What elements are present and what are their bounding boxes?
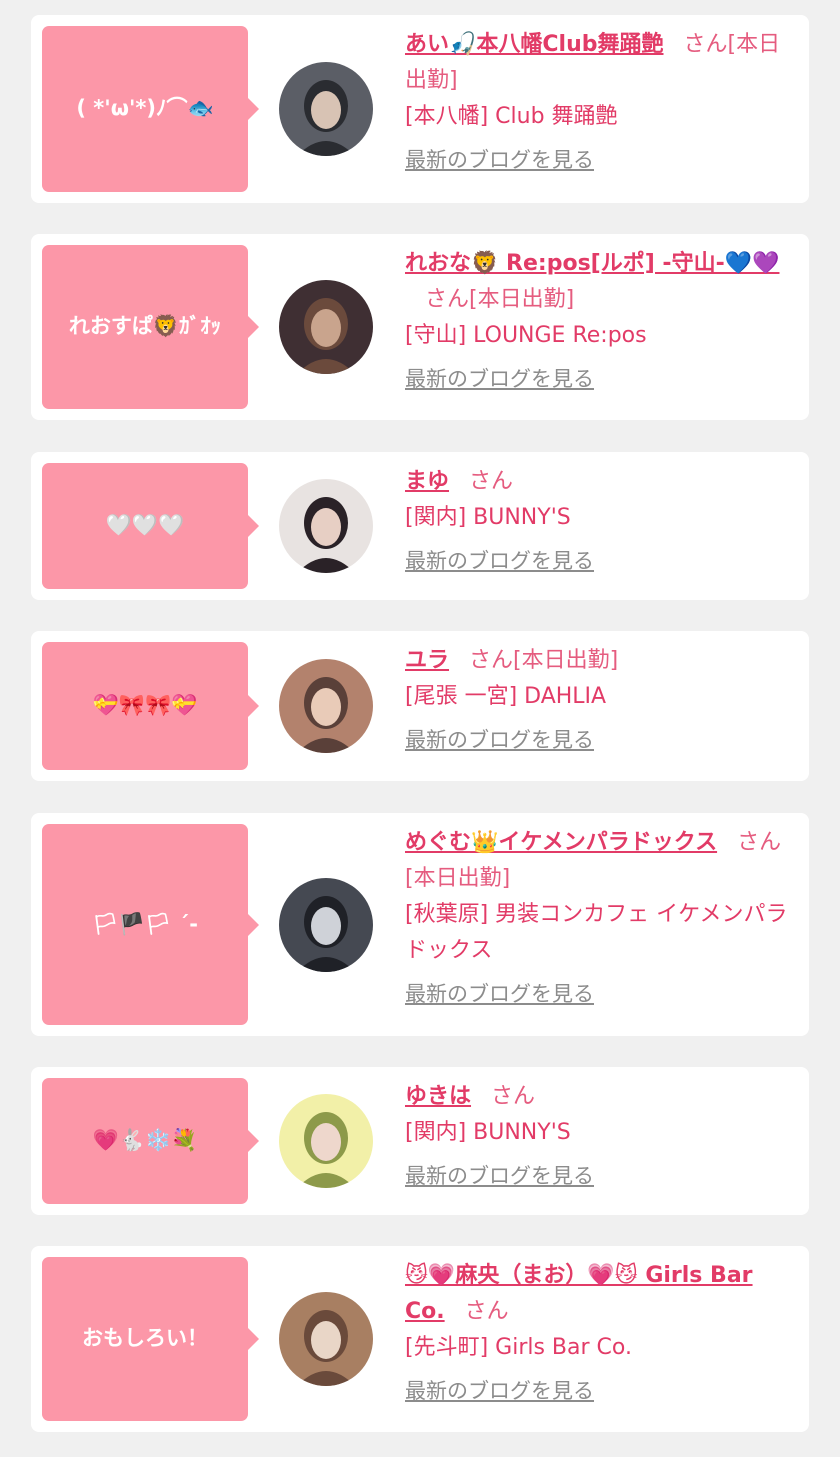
name-line: ユラ さん[本日出勤] [405,643,799,679]
cast-info: れおな🦁 Re:pos[ルポ] -守山-💙💜 さん[本日出勤] [守山] LOUN… [405,246,799,394]
shop-name: [本八幡] Club 舞踊艶 [405,104,618,129]
comment-bubble: 🤍🤍🤍 [42,463,259,589]
name-line: まゆ さん [405,464,799,500]
name-line: ゆきは さん [405,1079,799,1115]
cast-photo-icon [279,1094,373,1188]
cast-info: 😼💗麻央（まお）💗😼 Girls Bar Co. さん [先斗町] Girls B… [405,1258,799,1406]
comment-text: おもしろい！ [82,1326,208,1351]
latest-blog-link[interactable]: 最新のブログを見る [405,145,799,175]
name-line: 😼💗麻央（まお）💗😼 Girls Bar Co. さん [405,1258,799,1330]
comment-bubble: 🏳🏴🏳 ´- [42,824,259,1025]
comment-text: 💝🎀🎀💝 [92,693,198,718]
cast-info: まゆ さん [関内] BUNNY'S 最新のブログを見る [405,464,799,576]
latest-blog-link[interactable]: 最新のブログを見る [405,1161,799,1191]
name-line: あい🎣本八幡Club舞踊艶 さん[本日出勤] [405,27,799,99]
comment-text: ( *'ω'*)ﾉ⌒🐟 [76,96,214,121]
cast-card[interactable]: 💗🐇❄️💐 ゆきは さん [関内] BUNNY'S 最新のブログを見る [31,1067,809,1215]
cast-photo-icon [279,479,373,573]
cast-avatar[interactable] [279,62,373,156]
cast-info: ゆきは さん [関内] BUNNY'S 最新のブログを見る [405,1079,799,1191]
name-line: れおな🦁 Re:pos[ルポ] -守山-💙💜 さん[本日出勤] [405,246,799,318]
cast-photo-icon [279,1292,373,1386]
latest-blog-link[interactable]: 最新のブログを見る [405,1376,799,1406]
cast-card[interactable]: 🤍🤍🤍 まゆ さん [関内] BUNNY'S 最新のブログを見る [31,452,809,600]
shop-name: [関内] BUNNY'S [405,505,571,530]
shop-name: [先斗町] Girls Bar Co. [405,1335,632,1360]
cast-info: めぐむ👑イケメンパラドックス さん[本日出勤] [秋葉原] 男装コンカフェ イケメ… [405,825,799,1009]
comment-text: れおすぱ🦁ｶﾞｵｯ [68,314,222,339]
honorific-status: さん [491,1084,536,1109]
cast-avatar[interactable] [279,1094,373,1188]
comment-text: 🤍🤍🤍 [105,513,185,538]
honorific-status: さん[本日出勤] [469,648,619,673]
comment-text: 💗🐇❄️💐 [92,1128,198,1153]
cast-info: あい🎣本八幡Club舞踊艶 さん[本日出勤] [本八幡] Club 舞踊艶 最新の… [405,27,799,175]
latest-blog-link[interactable]: 最新のブログを見る [405,979,799,1009]
cast-avatar[interactable] [279,659,373,753]
cast-avatar[interactable] [279,1292,373,1386]
cast-name-link[interactable]: ユラ [405,648,449,673]
comment-bubble: ( *'ω'*)ﾉ⌒🐟 [42,26,259,192]
comment-bubble: れおすぱ🦁ｶﾞｵｯ [42,245,259,409]
name-line: めぐむ👑イケメンパラドックス さん[本日出勤] [405,825,799,897]
shop-name: [秋葉原] 男装コンカフェ イケメンパラドックス [405,902,788,963]
comment-bubble: おもしろい！ [42,1257,259,1421]
shop-name: [尾張 一宮] DAHLIA [405,684,607,709]
cast-card[interactable]: 💝🎀🎀💝 ユラ さん[本日出勤] [尾張 一宮] DAHLIA 最新のブログを見る [31,631,809,781]
cast-avatar[interactable] [279,878,373,972]
cast-name-link[interactable]: あい🎣本八幡Club舞踊艶 [405,32,664,57]
cast-card[interactable]: 🏳🏴🏳 ´- めぐむ👑イケメンパラドックス さん[本日出勤] [秋葉原] 男装コン… [31,813,809,1036]
cast-name-link[interactable]: 😼💗麻央（まお）💗😼 Girls Bar Co. [405,1263,753,1324]
cast-card[interactable]: れおすぱ🦁ｶﾞｵｯ れおな🦁 Re:pos[ルポ] -守山-💙💜 さん[本日出勤]… [31,234,809,420]
cast-name-link[interactable]: まゆ [405,469,449,494]
shop-name: [守山] LOUNGE Re:pos [405,323,647,348]
shop-name: [関内] BUNNY'S [405,1120,571,1145]
latest-blog-link[interactable]: 最新のブログを見る [405,364,799,394]
comment-bubble: 💗🐇❄️💐 [42,1078,259,1204]
cast-photo-icon [279,280,373,374]
comment-bubble: 💝🎀🎀💝 [42,642,259,770]
cast-photo-icon [279,878,373,972]
cast-name-link[interactable]: めぐむ👑イケメンパラドックス [405,830,717,855]
cast-photo-icon [279,62,373,156]
latest-blog-link[interactable]: 最新のブログを見る [405,546,799,576]
comment-text: 🏳🏴🏳 ´- [92,911,198,936]
cast-photo-icon [279,659,373,753]
cast-info: ユラ さん[本日出勤] [尾張 一宮] DAHLIA 最新のブログを見る [405,643,799,755]
honorific-status: さん [469,469,514,494]
cast-card[interactable]: ( *'ω'*)ﾉ⌒🐟 あい🎣本八幡Club舞踊艶 さん[本日出勤] [本八幡] … [31,15,809,203]
cast-name-link[interactable]: れおな🦁 Re:pos[ルポ] -守山-💙💜 [405,251,779,276]
cast-avatar[interactable] [279,280,373,374]
cast-avatar[interactable] [279,479,373,573]
cast-name-link[interactable]: ゆきは [405,1084,471,1109]
cast-card[interactable]: おもしろい！ 😼💗麻央（まお）💗😼 Girls Bar Co. さん [先斗町] … [31,1246,809,1432]
honorific-status: さん[本日出勤] [425,287,575,312]
latest-blog-link[interactable]: 最新のブログを見る [405,725,799,755]
honorific-status: さん [464,1299,509,1324]
